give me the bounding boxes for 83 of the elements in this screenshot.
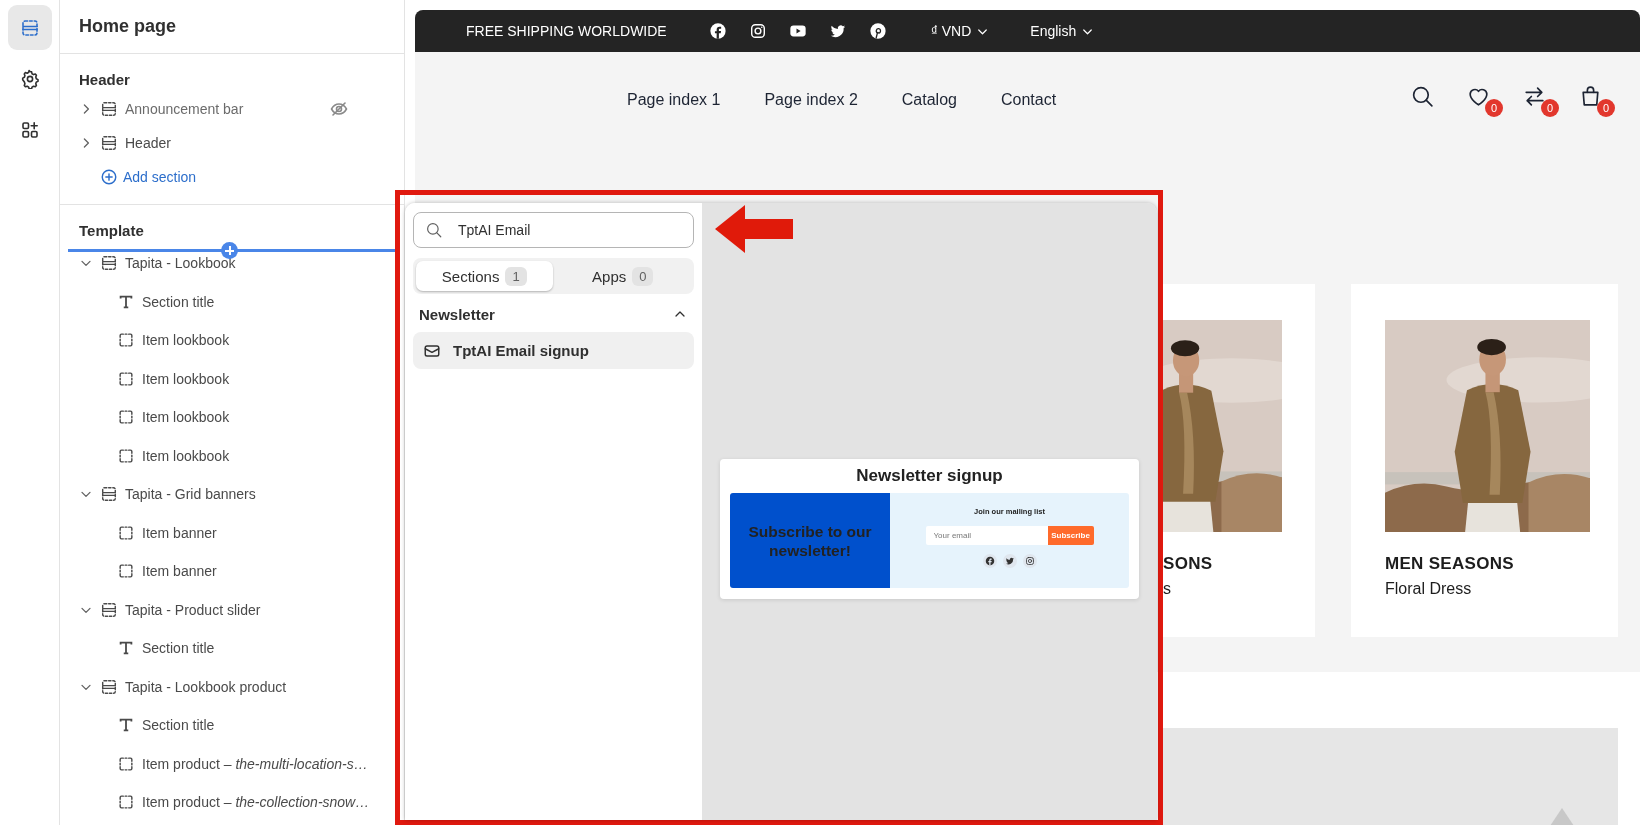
block-icon — [117, 369, 135, 388]
product-card[interactable]: SONS s — [1163, 284, 1315, 637]
block-icon — [117, 523, 135, 542]
block-icon — [117, 754, 135, 773]
preview-title: Newsletter signup — [855, 465, 1004, 487]
text-icon — [117, 639, 135, 657]
facebook-icon — [984, 556, 995, 566]
arrow-icon — [715, 205, 793, 253]
tree-item[interactable]: Section title — [60, 634, 389, 662]
search-field[interactable]: TptAI Email — [413, 212, 694, 248]
card-subtitle: Floral Dress — [1385, 580, 1472, 598]
tree-item[interactable]: Item lookbook — [60, 403, 389, 431]
count-badge: 1 — [505, 266, 527, 286]
bird-icon — [1004, 556, 1015, 566]
tree-item[interactable]: Header — [60, 126, 389, 160]
tree-item[interactable]: Item lookbook — [60, 364, 389, 393]
section-icon — [100, 100, 118, 118]
arrows-icon[interactable] — [1522, 84, 1547, 109]
section-icon — [100, 254, 118, 272]
eye-off-icon[interactable] — [329, 99, 349, 119]
card-title: MEN SEASONS — [1385, 554, 1514, 574]
category-header[interactable]: Newsletter — [413, 296, 694, 332]
promo-banner: Subscribe to our newsletter! — [730, 493, 890, 588]
instagram-icon[interactable] — [748, 22, 767, 40]
language-dropdown[interactable]: English — [1030, 23, 1096, 39]
tree-item[interactable]: Tapita - Lookbook product — [60, 672, 389, 701]
tab[interactable]: Sections 1 — [416, 261, 553, 291]
apps-icon — [19, 119, 40, 140]
tree-item[interactable]: Item lookbook — [60, 326, 389, 354]
currency-dropdown[interactable]: ₫ VND — [930, 23, 991, 39]
tree-item[interactable]: Item banner — [60, 557, 389, 585]
block-icon — [117, 331, 135, 349]
tree-item[interactable]: Item banner — [60, 518, 389, 547]
facebook-icon[interactable] — [708, 22, 727, 40]
section-item[interactable]: TptAI Email signup — [413, 332, 694, 369]
tree-item[interactable]: Section title — [60, 287, 389, 316]
social-button[interactable] — [1022, 554, 1037, 568]
tree-item[interactable]: Tapita - Grid banners — [60, 480, 389, 508]
tree-item[interactable]: Item product – the-collection-snow… — [60, 788, 389, 816]
card-title: SONS — [1163, 554, 1213, 574]
text-icon — [117, 716, 135, 734]
card-subtitle: s — [1163, 580, 1171, 598]
tab[interactable]: Apps 0 — [554, 261, 691, 291]
count-badge: 0 — [632, 266, 654, 286]
nav-link[interactable]: Page index 1 — [627, 90, 721, 109]
nav-link[interactable]: Contact — [1000, 90, 1057, 109]
product-card[interactable]: MEN SEASONS Floral Dress — [1351, 284, 1618, 637]
pin-icon[interactable] — [868, 22, 887, 40]
add-section-link[interactable]: Add section — [60, 160, 197, 194]
nav-link[interactable]: Page index 2 — [764, 90, 858, 109]
section-icon — [19, 17, 40, 38]
block-icon — [117, 793, 135, 811]
search-icon — [425, 221, 443, 239]
settings-icon — [19, 68, 40, 89]
group-heading: Template — [78, 221, 145, 241]
tree-item[interactable]: Tapita - Lookbook — [60, 249, 389, 277]
tree-item[interactable]: Tapita - Product slider — [60, 595, 389, 624]
instagram-icon — [1024, 556, 1035, 566]
count-badge: 0 — [1485, 99, 1503, 117]
block-icon — [117, 408, 135, 426]
announcement-text: FREE SHIPPING WORLDWIDE — [466, 23, 667, 39]
nav-link[interactable]: Catalog — [901, 90, 957, 109]
section-icon — [100, 677, 118, 696]
social-button[interactable] — [982, 554, 997, 568]
block-icon — [117, 446, 135, 465]
tree-item[interactable]: Section title — [60, 711, 389, 739]
social-button[interactable] — [1002, 554, 1017, 568]
count-badge: 0 — [1541, 99, 1559, 117]
section-icon — [100, 485, 118, 503]
bird-icon[interactable] — [828, 22, 847, 40]
add-icon — [100, 168, 118, 186]
search-icon[interactable] — [1410, 84, 1435, 109]
section-icon — [100, 134, 118, 152]
tree-item[interactable]: Item product – the-multi-location-s… — [60, 749, 389, 778]
block-icon — [117, 562, 135, 580]
section-icon — [100, 600, 118, 619]
tree-item[interactable]: Announcement bar — [60, 92, 389, 126]
insert-indicator[interactable] — [68, 242, 395, 259]
page-title: Home page — [60, 0, 404, 54]
tree-item[interactable]: Item lookbook — [60, 441, 389, 470]
count-badge: 0 — [1597, 99, 1615, 117]
group-heading: Header — [78, 70, 131, 90]
email-field[interactable]: Your email — [925, 526, 1048, 545]
